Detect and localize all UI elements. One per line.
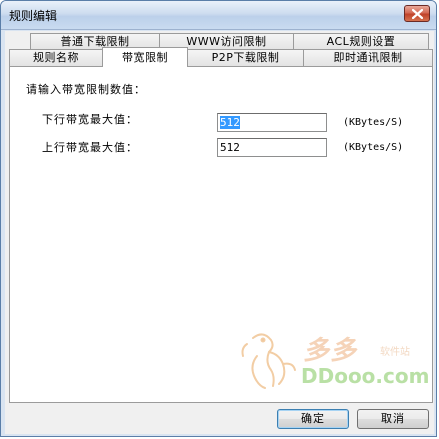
tab-bandwidth-limit[interactable]: 带宽限制 [102, 47, 188, 67]
tab-rule-name[interactable]: 规则名称 [9, 49, 103, 66]
upload-max-value: 512 [220, 141, 240, 154]
watermark-cn-sub: 软件站 [380, 347, 410, 358]
tab-acl-rule-settings[interactable]: ACL规则设置 [293, 33, 429, 50]
close-button[interactable] [404, 5, 430, 22]
close-icon [412, 9, 423, 19]
watermark-en: DDooo.com [301, 364, 430, 388]
upload-max-label: 上行带宽最大值： [42, 141, 138, 154]
upload-max-input[interactable]: 512 [217, 138, 327, 157]
dialog-client-area: 普通下载限制 WWW访问限制 ACL规则设置 规则名称 带宽限制 P2P下载限制… [5, 31, 434, 434]
window-title: 规则编辑 [9, 9, 58, 23]
cancel-button[interactable]: 取消 [357, 409, 429, 429]
horse-logo-icon [241, 333, 296, 389]
title-bar[interactable]: 规则编辑 [1, 1, 436, 30]
download-max-value: 512 [220, 116, 240, 129]
rule-edit-dialog: 规则编辑 普通下载限制 WWW访问限制 ACL规则设置 规则名称 带宽限制 P2… [0, 0, 437, 437]
upload-unit: (KBytes/S) [343, 142, 404, 153]
tab-p2p-download-limit[interactable]: P2P下载限制 [187, 49, 304, 66]
download-max-label: 下行带宽最大值： [42, 113, 138, 126]
watermark: 多多 软件站 DDooo.com [235, 326, 435, 396]
download-unit: (KBytes/S) [343, 117, 404, 128]
ok-button[interactable]: 确定 [277, 409, 349, 429]
tab-instant-messaging-limit[interactable]: 即时通讯限制 [303, 49, 433, 66]
watermark-cn: 多多 [303, 336, 358, 366]
bandwidth-prompt: 请输入带宽限制数值： [26, 83, 146, 96]
download-max-input[interactable]: 512 [217, 113, 327, 132]
